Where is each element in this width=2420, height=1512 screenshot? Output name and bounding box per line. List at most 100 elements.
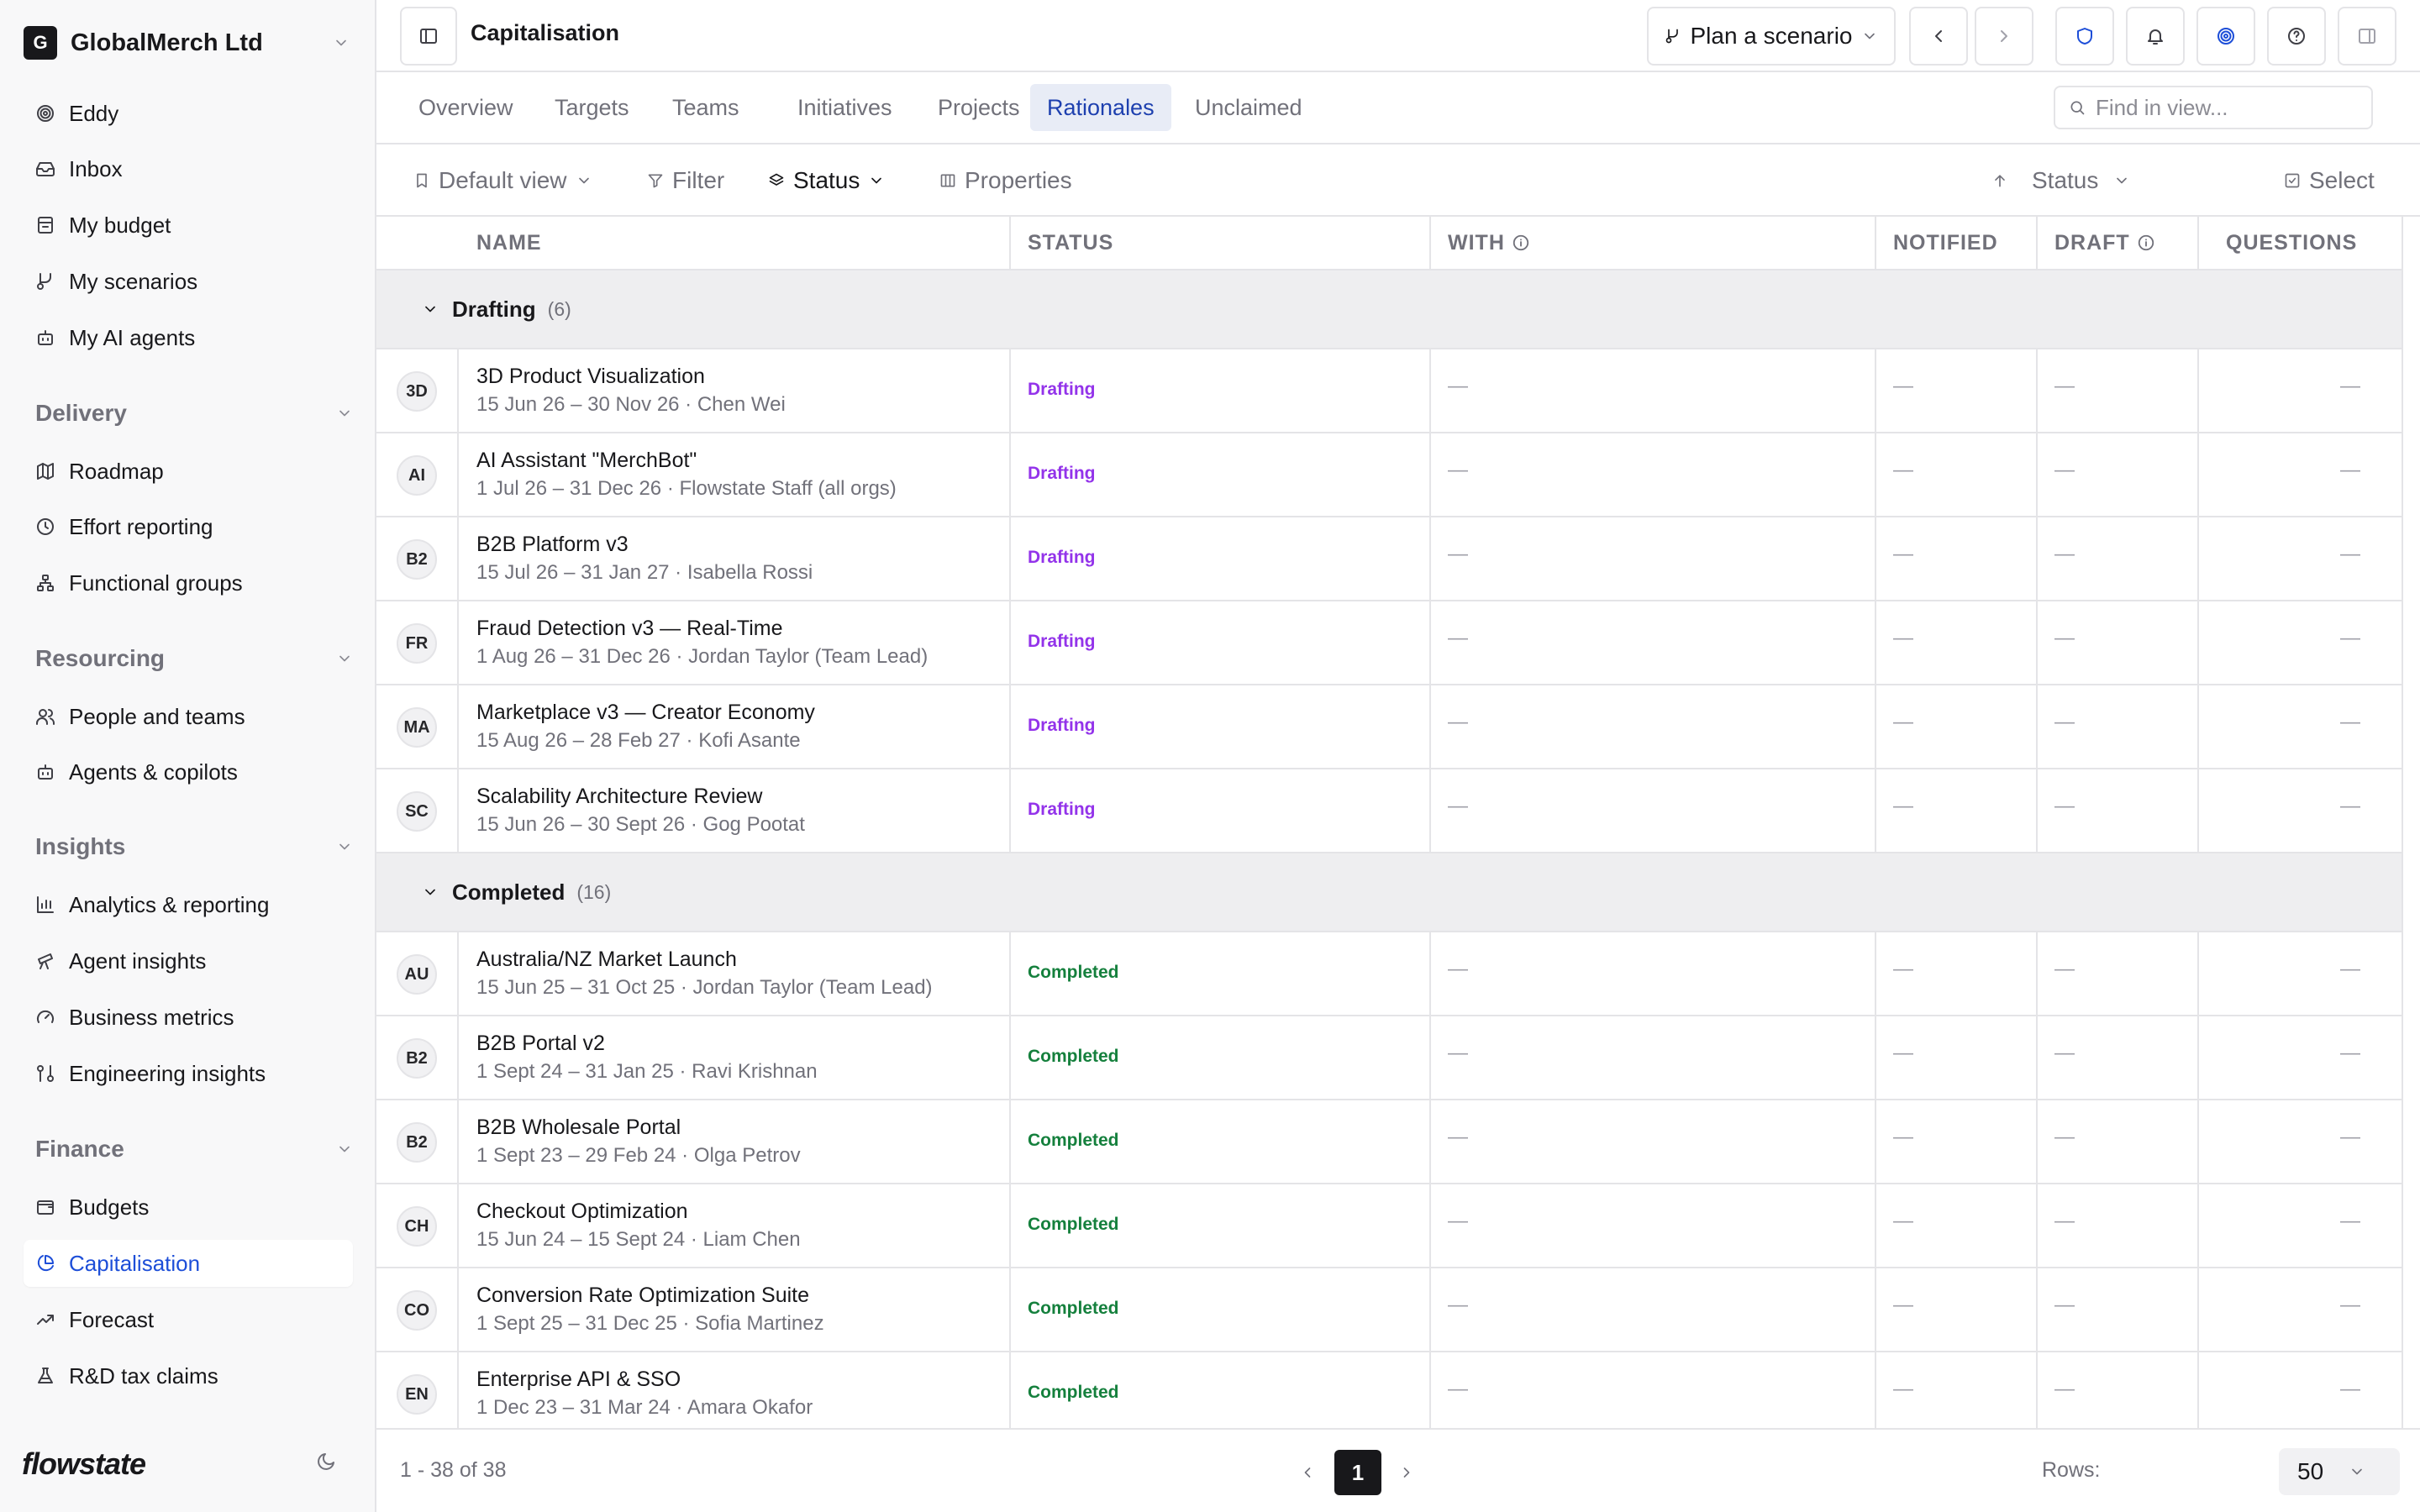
- search-input[interactable]: [2096, 94, 2348, 121]
- security-button[interactable]: [2055, 7, 2114, 66]
- table-row[interactable]: AU Australia/NZ Market Launch 15 Jun 25 – …: [376, 932, 2402, 1016]
- help-button[interactable]: [2267, 7, 2326, 66]
- spiral-icon: [37, 105, 54, 122]
- tab-overview[interactable]: Overview: [402, 84, 530, 131]
- column-divider: [1429, 1352, 1431, 1428]
- nav-item-agent-insights[interactable]: Agent insights: [24, 937, 353, 984]
- project-name[interactable]: Checkout Optimization: [476, 1200, 688, 1224]
- tab-projects[interactable]: Projects: [921, 84, 1037, 131]
- column-divider: [1875, 932, 1876, 1015]
- cell-draft: —: [2054, 795, 2075, 817]
- nav-item-rd-tax-claims[interactable]: R&D tax claims: [24, 1352, 353, 1399]
- nav-item-forecast[interactable]: Forecast: [24, 1296, 353, 1343]
- table-row[interactable]: SC Scalability Architecture Review 15 Jun …: [376, 769, 2402, 853]
- previous-page-button[interactable]: [1291, 1450, 1324, 1495]
- nav-item-agents-copilots[interactable]: Agents & copilots: [24, 748, 353, 795]
- table-row[interactable]: CO Conversion Rate Optimization Suite 1 Se…: [376, 1268, 2402, 1352]
- select-button[interactable]: Select: [2284, 160, 2375, 202]
- next-button[interactable]: [1975, 7, 2033, 66]
- notifications-button[interactable]: [2126, 7, 2185, 66]
- toggle-sidebar-button[interactable]: [400, 7, 457, 66]
- column-header-with[interactable]: WITH: [1448, 217, 1530, 269]
- column-header-status[interactable]: STATUS: [1028, 217, 1113, 269]
- next-page-button[interactable]: [1390, 1450, 1423, 1495]
- nav-item-roadmap[interactable]: Roadmap: [24, 448, 353, 495]
- hierarchy-icon: [37, 575, 54, 591]
- group-header-drafting[interactable]: Drafting (6): [376, 270, 2402, 349]
- project-avatar: B2: [397, 539, 437, 580]
- cell-notified: —: [1893, 627, 1913, 649]
- table-row[interactable]: 3D 3D Product Visualization 15 Jun 26 – 30…: [376, 349, 2402, 433]
- table-row[interactable]: B2 B2B Platform v3 15 Jul 26 – 31 Jan 27 ·…: [376, 517, 2402, 601]
- section-finance[interactable]: Finance: [24, 1128, 353, 1170]
- nav-item-capitalisation[interactable]: Capitalisation: [24, 1240, 353, 1287]
- table-row[interactable]: B2 B2B Wholesale Portal 1 Sept 23 – 29 Feb…: [376, 1100, 2402, 1184]
- nav-item-analytics-reporting[interactable]: Analytics & reporting: [24, 881, 353, 928]
- table-row[interactable]: EN Enterprise API & SSO 1 Dec 23 – 31 Mar …: [376, 1352, 2402, 1428]
- section-resourcing[interactable]: Resourcing: [24, 638, 353, 680]
- project-avatar: AI: [397, 455, 437, 496]
- moon-icon[interactable]: [316, 1452, 336, 1472]
- map-icon: [37, 463, 54, 480]
- toggle-panel-button[interactable]: [2338, 7, 2396, 66]
- nav-item-my-ai-agents[interactable]: My AI agents: [24, 314, 353, 361]
- nav-item-my-budget[interactable]: My budget: [24, 202, 353, 249]
- project-name[interactable]: Marketplace v3 — Creator Economy: [476, 701, 815, 725]
- tab-targets[interactable]: Targets: [538, 84, 646, 131]
- project-name[interactable]: B2B Wholesale Portal: [476, 1116, 681, 1140]
- column-header-questions[interactable]: QUESTIONS: [2226, 217, 2357, 269]
- cell-draft: —: [2054, 1378, 2075, 1400]
- nav-item-eddy[interactable]: Eddy: [24, 90, 353, 137]
- column-header-notified[interactable]: NOTIFIED: [1893, 217, 1998, 269]
- project-name[interactable]: Fraud Detection v3 — Real-Time: [476, 617, 782, 641]
- section-title: Insights: [35, 833, 126, 859]
- previous-button[interactable]: [1909, 7, 1968, 66]
- plan-scenario-button[interactable]: Plan a scenario: [1647, 7, 1896, 66]
- table-row[interactable]: B2 B2B Portal v2 1 Sept 24 – 31 Jan 25 · R…: [376, 1016, 2402, 1100]
- column-header-name[interactable]: NAME: [476, 217, 542, 269]
- project-meta: 15 Jul 26 – 31 Jan 27 · Isabella Rossi: [476, 561, 813, 584]
- column-header-draft[interactable]: DRAFT: [2054, 217, 2155, 269]
- project-name[interactable]: B2B Platform v3: [476, 533, 629, 557]
- nav-item-effort-reporting[interactable]: Effort reporting: [24, 503, 353, 550]
- section-insights[interactable]: Insights: [24, 826, 353, 868]
- eddy-button[interactable]: [2196, 7, 2255, 66]
- table-row[interactable]: CH Checkout Optimization 15 Jun 24 – 15 Se…: [376, 1184, 2402, 1268]
- project-name[interactable]: Australia/NZ Market Launch: [476, 948, 737, 972]
- nav-item-engineering-insights[interactable]: Engineering insights: [24, 1050, 353, 1097]
- table-row[interactable]: FR Fraud Detection v3 — Real-Time 1 Aug 26…: [376, 601, 2402, 685]
- tab-unclaimed[interactable]: Unclaimed: [1178, 84, 1319, 131]
- tab-teams[interactable]: Teams: [655, 84, 756, 131]
- tab-initiatives[interactable]: Initiatives: [781, 84, 909, 131]
- group-by-dropdown[interactable]: Status: [768, 160, 885, 202]
- info-icon: [1512, 234, 1529, 251]
- project-name[interactable]: Enterprise API & SSO: [476, 1368, 681, 1392]
- brand-logo: flowstate: [22, 1446, 146, 1481]
- rows-per-page-select[interactable]: 50: [2279, 1448, 2400, 1495]
- nav-item-budgets[interactable]: Budgets: [24, 1184, 353, 1231]
- nav-item-business-metrics[interactable]: Business metrics: [24, 994, 353, 1041]
- section-delivery[interactable]: Delivery: [24, 392, 353, 434]
- nav-item-people-and-teams[interactable]: People and teams: [24, 693, 353, 740]
- column-divider: [1429, 601, 1431, 684]
- pie-chart-icon: [37, 1255, 54, 1272]
- properties-button[interactable]: Properties: [939, 160, 1072, 202]
- org-switcher[interactable]: G GlobalMerch Ltd: [24, 22, 350, 64]
- group-header-completed[interactable]: Completed (16): [376, 853, 2402, 932]
- project-name[interactable]: AI Assistant "MerchBot": [476, 449, 697, 473]
- project-name[interactable]: B2B Portal v2: [476, 1032, 605, 1056]
- find-in-view[interactable]: [2054, 86, 2373, 129]
- project-name[interactable]: Scalability Architecture Review: [476, 785, 762, 809]
- default-view-dropdown[interactable]: Default view: [413, 160, 592, 202]
- project-name[interactable]: Conversion Rate Optimization Suite: [476, 1284, 809, 1308]
- tab-rationales[interactable]: Rationales: [1030, 84, 1171, 131]
- table-row[interactable]: MA Marketplace v3 — Creator Economy 15 Aug…: [376, 685, 2402, 769]
- table-row[interactable]: AI AI Assistant "MerchBot" 1 Jul 26 – 31 D…: [376, 433, 2402, 517]
- nav-item-functional-groups[interactable]: Functional groups: [24, 559, 353, 606]
- nav-item-my-scenarios[interactable]: My scenarios: [24, 258, 353, 305]
- page-number-current[interactable]: 1: [1334, 1450, 1381, 1495]
- sort-dropdown[interactable]: Status: [1991, 160, 2130, 202]
- project-name[interactable]: 3D Product Visualization: [476, 365, 705, 389]
- filter-button[interactable]: Filter: [647, 160, 724, 202]
- nav-item-inbox[interactable]: Inbox: [24, 145, 353, 192]
